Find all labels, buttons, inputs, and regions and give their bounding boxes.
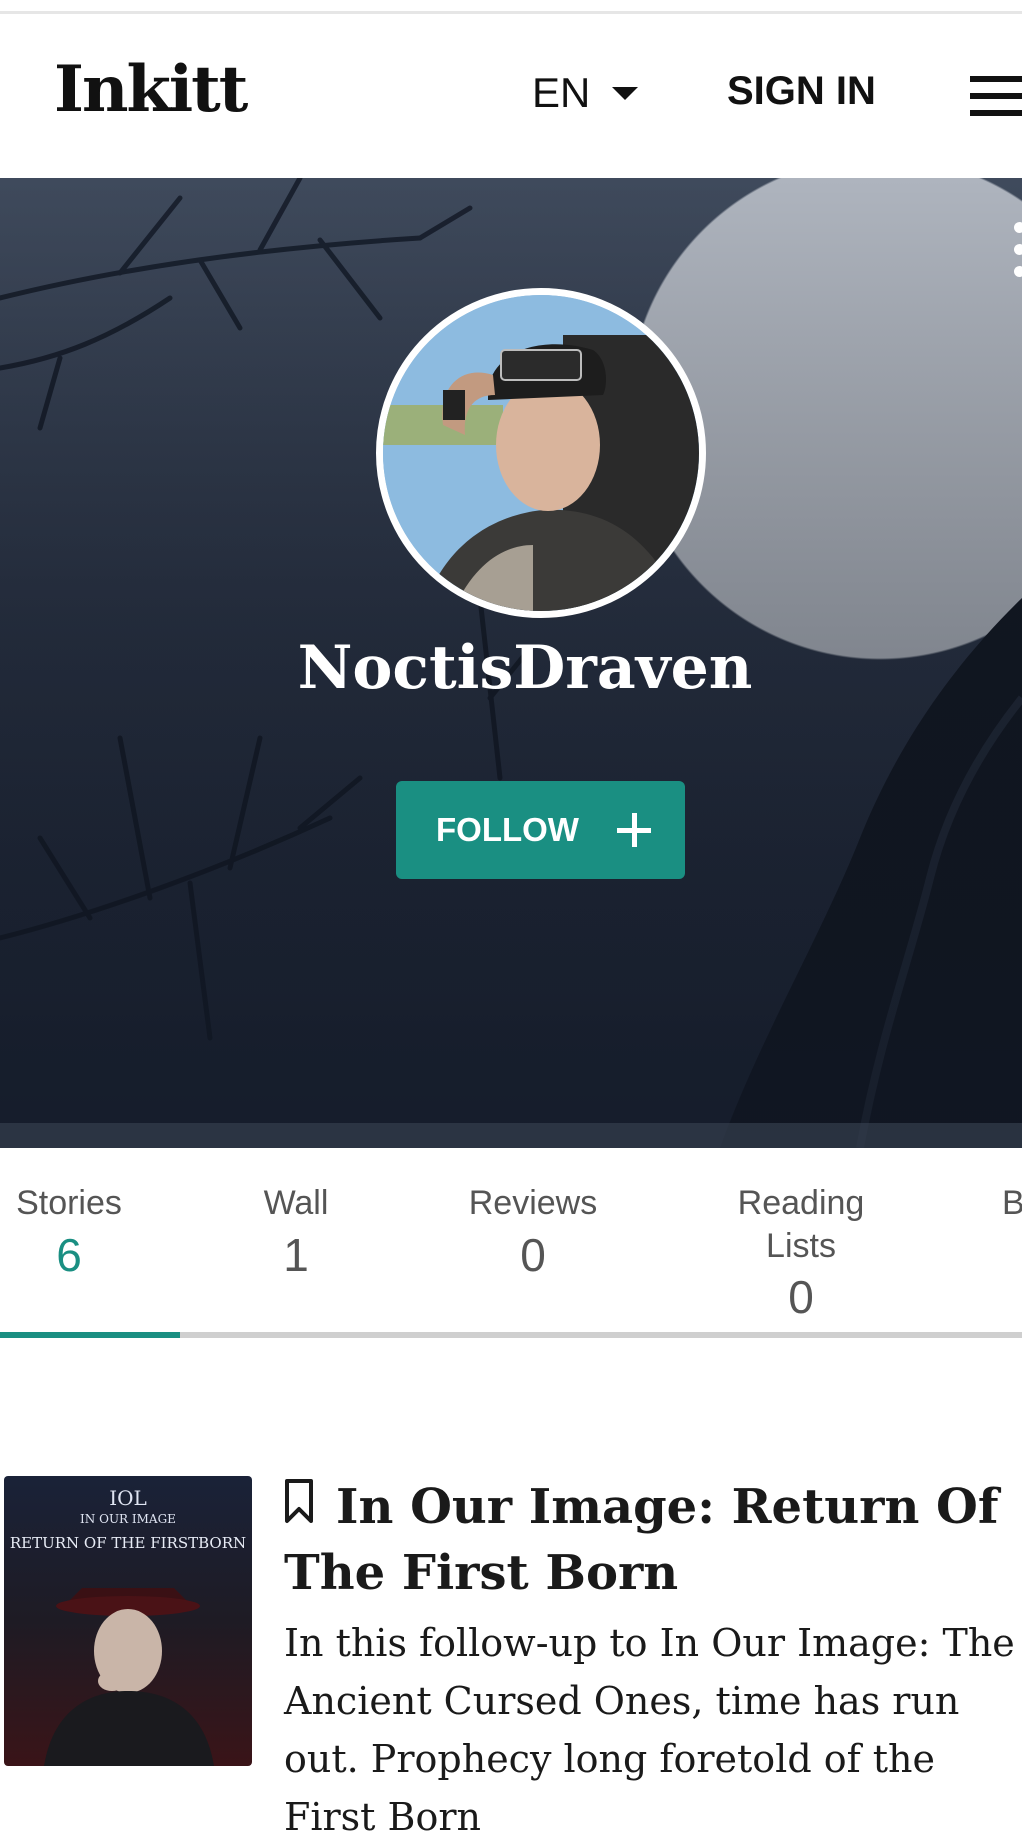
sign-in-link[interactable]: SIGN IN [727,69,876,114]
active-tab-indicator [0,1332,180,1338]
follow-button[interactable]: FOLLOW [396,781,685,879]
tab-partial[interactable]: B [1002,1182,1022,1225]
hamburger-menu-icon[interactable] [970,76,1022,120]
profile-tabs: Stories 6 Wall 1 Reviews 0 Reading Lists… [0,1148,1022,1340]
cover-art [44,1588,214,1766]
tab-label: Stories [16,1184,122,1222]
story-card[interactable]: IOL IN OUR IMAGE RETURN OF THE FIRSTBORN… [0,1474,1022,1839]
follow-label: FOLLOW [436,811,579,848]
tab-label: Wall [263,1184,329,1222]
top-divider [0,0,1022,14]
avatar [376,288,706,618]
story-description: In this follow-up to In Our Image: The A… [284,1621,1015,1839]
story-cover[interactable]: IOL IN OUR IMAGE RETURN OF THE FIRSTBORN [4,1476,252,1766]
tab-count: 0 [520,1228,546,1281]
tab-count: 0 [788,1271,814,1323]
language-selector[interactable]: EN [532,69,639,117]
tab-label: B [1002,1184,1022,1222]
tab-label: Reviews [468,1184,598,1222]
profile-cover: NoctisDraven FOLLOW [0,178,1022,1148]
tab-label: Reading Lists [737,1184,865,1265]
tab-wall[interactable]: Wall 1 [258,1182,334,1284]
tab-count: 6 [56,1228,82,1281]
profile-username: NoctisDraven [297,633,753,703]
story-title[interactable]: In Our Image: Return Of The First Born [284,1474,1022,1606]
caret-down-icon [612,86,639,100]
tab-count: 1 [283,1228,309,1281]
more-options-icon[interactable] [1014,222,1022,288]
tab-reading-lists[interactable]: Reading Lists 0 [726,1182,876,1327]
tab-bar [0,1332,1022,1338]
site-header: Inkitt EN SIGN IN [0,14,1022,178]
avatar-photo [383,295,699,611]
tab-reviews[interactable]: Reviews 0 [466,1182,600,1284]
inkitt-logo[interactable]: Inkitt [54,58,248,122]
tab-stories[interactable]: Stories 6 [14,1182,124,1284]
language-label: EN [532,69,591,116]
plus-icon [616,813,651,847]
